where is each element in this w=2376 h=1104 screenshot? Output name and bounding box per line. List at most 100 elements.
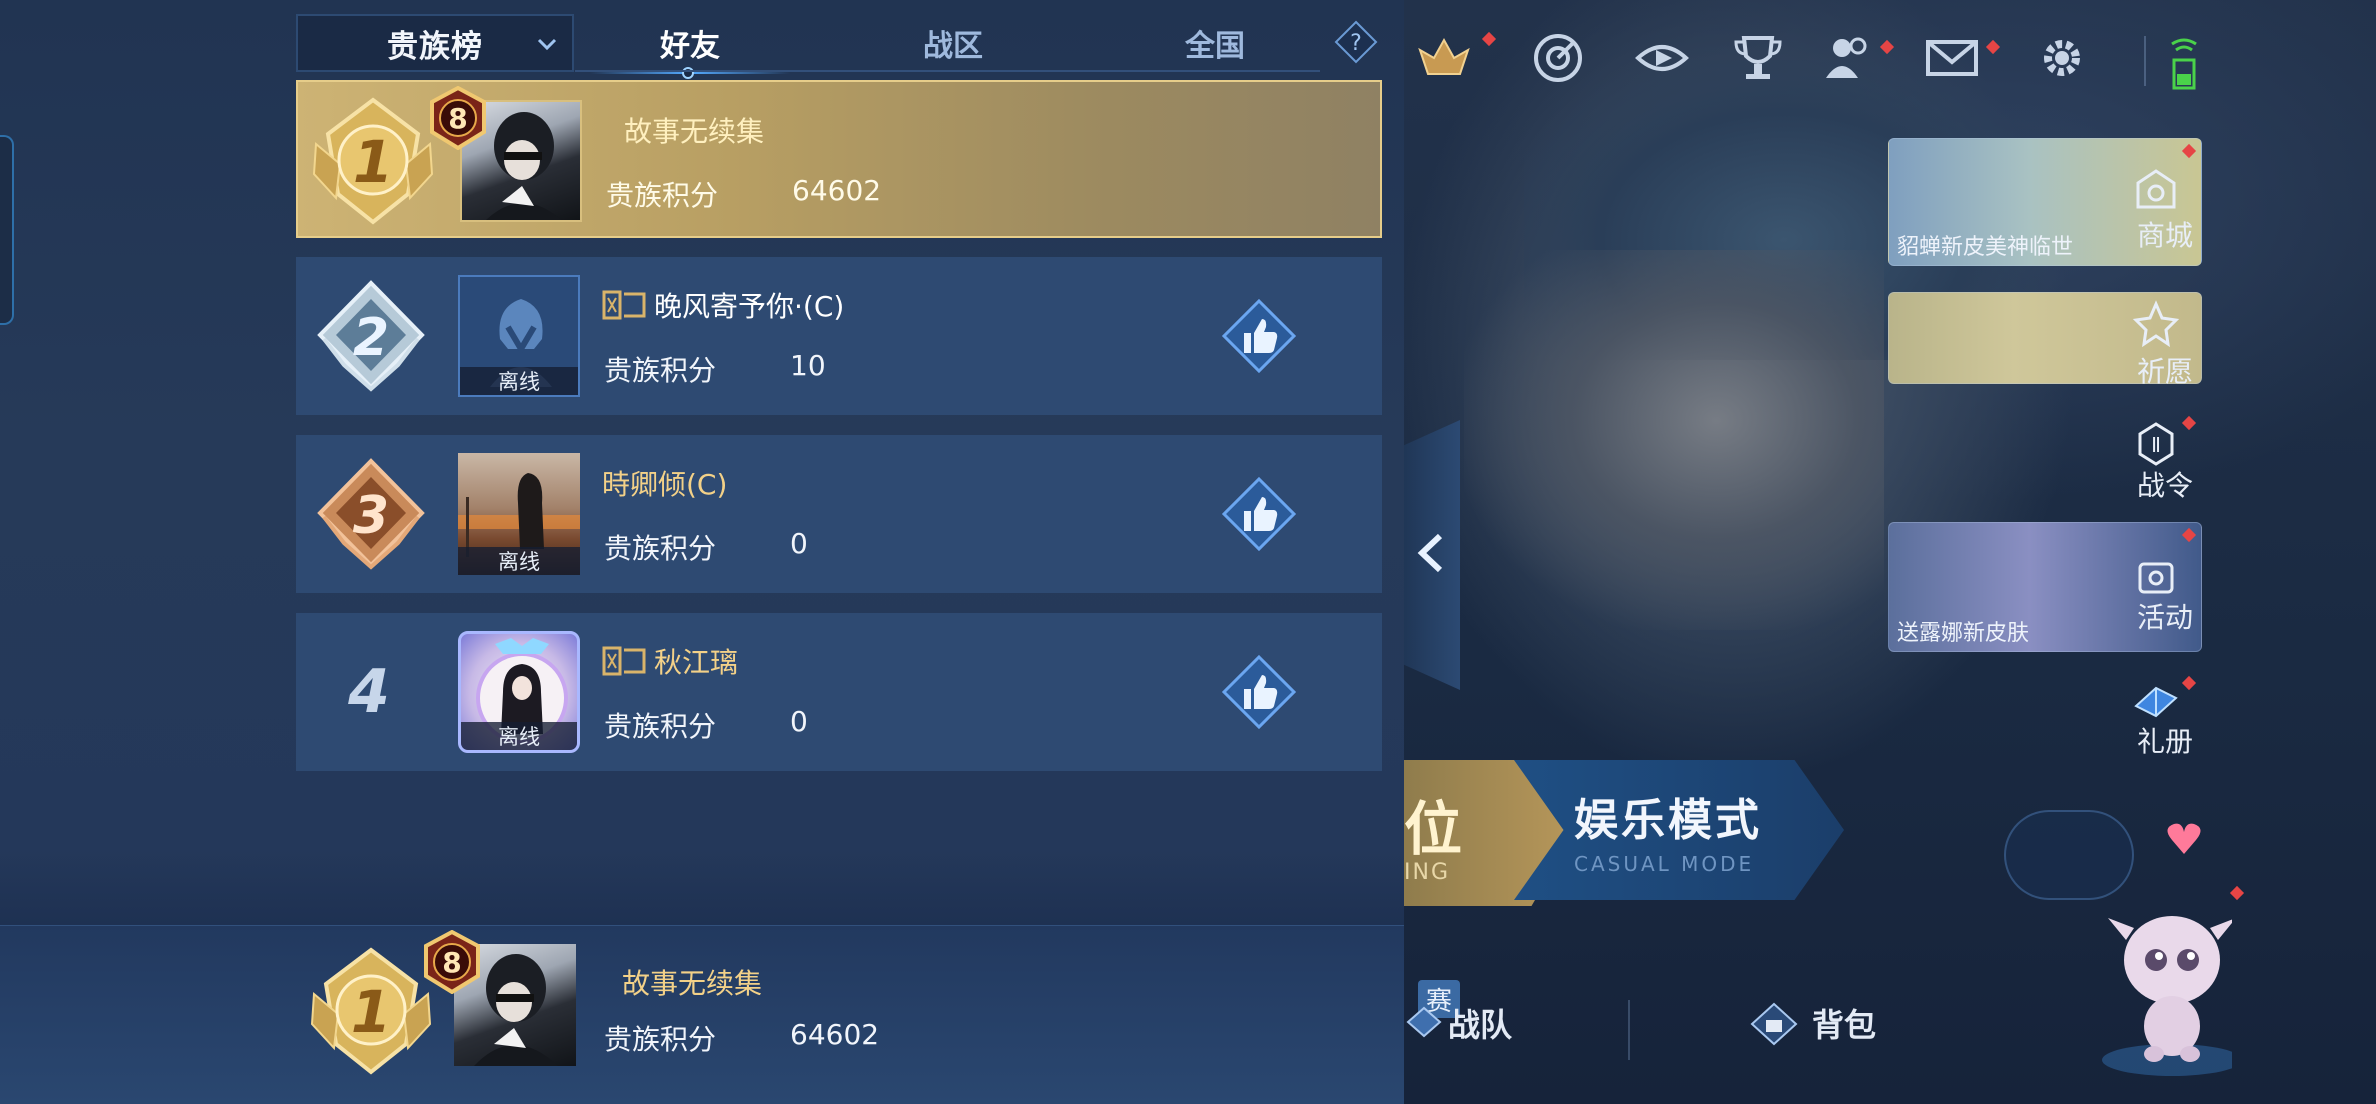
score-label: 贵族积分 bbox=[604, 354, 717, 387]
bronze-rank-badge-icon: 3 bbox=[317, 458, 425, 570]
gold-rank-badge-icon: 1 bbox=[312, 97, 434, 225]
battle-pass-icon[interactable]: Ⅱ bbox=[2132, 420, 2180, 468]
leaderboard-panel: 贵族榜 好友 战区 全国 ? 1 8 故事无续集 贵族积分 64602 2 离线… bbox=[0, 0, 1404, 1104]
battery-signal-icon bbox=[2171, 38, 2197, 90]
notification-dot bbox=[1481, 31, 1497, 47]
active-tab-dot bbox=[682, 67, 694, 79]
pet-companion-icon[interactable] bbox=[2022, 800, 2232, 1100]
side-handle[interactable] bbox=[0, 135, 14, 325]
player-name: 晚风寄予你·(C) bbox=[654, 290, 845, 323]
backpack-icon bbox=[1750, 1002, 1798, 1046]
notification-dot bbox=[1985, 39, 2001, 55]
silver-rank-badge-icon: 2 bbox=[317, 280, 425, 392]
vip-level: 8 bbox=[448, 102, 467, 135]
svg-text:Ⅱ: Ⅱ bbox=[2151, 433, 2161, 457]
rank-emblem-icon[interactable] bbox=[1416, 30, 1472, 86]
casual-mode-button[interactable]: 娱乐模式 CASUAL MODE bbox=[1514, 760, 1844, 900]
dropdown-label: 贵族榜 bbox=[387, 28, 483, 65]
tab-label: 好友 bbox=[660, 29, 720, 64]
radar-icon[interactable] bbox=[1530, 30, 1586, 86]
event-calendar-icon bbox=[2138, 562, 2174, 594]
card-caption: 送露娜新皮肤 bbox=[1897, 621, 2030, 646]
card-caption: 貂蝉新皮美神临世 bbox=[1897, 235, 2074, 260]
ranking-type-dropdown[interactable]: 贵族榜 bbox=[296, 14, 574, 72]
ranked-mode-title: 位 bbox=[1404, 795, 1463, 863]
rank-number: 3 bbox=[353, 486, 389, 546]
list-fade bbox=[0, 850, 1404, 926]
notification-dot bbox=[2229, 885, 2245, 901]
vip-level: 8 bbox=[442, 946, 461, 979]
avatar[interactable]: 离线 bbox=[458, 631, 580, 753]
offline-tag: 离线 bbox=[461, 722, 577, 750]
team-nav-item[interactable]: 战队 bbox=[1448, 1000, 1512, 1046]
lobby-background: 貂蝉新皮美神临世 商城 祈愿 Ⅱ 战令 送露娜新皮肤 活动 礼册 位 ING 娱… bbox=[1404, 0, 2376, 1104]
trophy-icon[interactable] bbox=[1730, 30, 1786, 86]
shop-label[interactable]: 商城 bbox=[2120, 214, 2210, 254]
leaderboard-row-1[interactable]: 1 8 故事无续集 贵族积分 64602 bbox=[296, 80, 1382, 238]
score-label: 贵族积分 bbox=[604, 710, 717, 743]
noble-frame-icon bbox=[602, 290, 646, 320]
gift-book-label[interactable]: 礼册 bbox=[2120, 720, 2210, 760]
chevron-down-icon bbox=[537, 38, 557, 51]
ranked-mode-subtitle: ING bbox=[1404, 860, 1450, 885]
tab-zone[interactable]: 战区 bbox=[838, 14, 1068, 72]
thumbs-up-icon[interactable] bbox=[1220, 297, 1298, 375]
my-rank-bar: 1 8 故事无续集 贵族积分 64602 bbox=[0, 925, 1404, 1104]
notification-dot bbox=[2181, 415, 2197, 431]
gift-book-icon[interactable] bbox=[2132, 676, 2180, 724]
score-value: 64602 bbox=[792, 174, 882, 207]
tab-friends[interactable]: 好友 bbox=[575, 14, 805, 79]
score-label: 贵族积分 bbox=[604, 532, 717, 565]
player-name: 故事无续集 bbox=[624, 115, 765, 148]
rank-number: 4 bbox=[348, 657, 390, 727]
wish-star-icon bbox=[2132, 300, 2180, 348]
wish-label[interactable]: 祈愿 bbox=[2120, 350, 2210, 390]
tab-label: 全国 bbox=[1185, 29, 1245, 64]
score-value: 0 bbox=[790, 705, 808, 738]
rank-number: 2 bbox=[353, 308, 389, 368]
player-name: 秋江璃 bbox=[654, 646, 739, 679]
rank-number: 1 bbox=[353, 128, 393, 196]
leaderboard-row-3[interactable]: 3 离线 時卿倾(C) 贵族积分 0 bbox=[296, 435, 1382, 593]
chevron-left-icon[interactable] bbox=[1412, 530, 1452, 576]
leaderboard-row-4[interactable]: 4 离线 秋江璃 贵族积分 0 bbox=[296, 613, 1382, 771]
casual-mode-subtitle: CASUAL MODE bbox=[1574, 852, 1755, 876]
vip-level-badge-icon: 8 bbox=[424, 930, 480, 994]
thumbs-up-icon[interactable] bbox=[1220, 653, 1298, 731]
gear-icon[interactable] bbox=[2034, 30, 2090, 86]
toolbar-divider bbox=[2144, 36, 2146, 86]
avatar[interactable]: 离线 bbox=[458, 275, 580, 397]
rank-number: 1 bbox=[351, 978, 391, 1046]
gold-rank-badge-icon: 1 bbox=[310, 947, 432, 1075]
battle-pass-label[interactable]: 战令 bbox=[2120, 464, 2210, 504]
noble-frame-icon bbox=[602, 646, 646, 676]
tab-label: 战区 bbox=[923, 29, 983, 64]
nav-divider bbox=[1628, 1000, 1630, 1060]
spectate-eye-icon[interactable] bbox=[1634, 30, 1690, 86]
question-icon[interactable]: ? bbox=[1334, 20, 1378, 64]
tabs-divider bbox=[575, 70, 1320, 72]
mail-icon[interactable] bbox=[1924, 30, 1980, 86]
offline-tag: 离线 bbox=[460, 367, 578, 395]
avatar[interactable]: 离线 bbox=[458, 453, 580, 575]
thumbs-up-icon[interactable] bbox=[1220, 475, 1298, 553]
tab-nation[interactable]: 全国 bbox=[1100, 14, 1330, 72]
casual-mode-title: 娱乐模式 bbox=[1574, 795, 1762, 846]
score-value: 0 bbox=[790, 527, 808, 560]
leaderboard-row-2[interactable]: 2 离线 晚风寄予你·(C) 贵族积分 10 bbox=[296, 257, 1382, 415]
vip-level-badge-icon: 8 bbox=[430, 86, 486, 150]
player-name: 時卿倾(C) bbox=[602, 468, 728, 501]
score-value: 64602 bbox=[790, 1018, 880, 1051]
notification-dot bbox=[2181, 675, 2197, 691]
player-name-group: 秋江璃 bbox=[602, 641, 738, 681]
shop-icon bbox=[2136, 169, 2176, 209]
svg-text:?: ? bbox=[1350, 31, 1362, 56]
player-name-group: 晚风寄予你·(C) bbox=[602, 285, 844, 325]
event-label[interactable]: 活动 bbox=[2120, 596, 2210, 636]
player-name: 故事无续集 bbox=[622, 967, 763, 1000]
team-icon bbox=[1406, 1006, 1442, 1038]
notification-dot bbox=[1879, 39, 1895, 55]
friends-icon[interactable] bbox=[1820, 30, 1876, 86]
bag-nav-item[interactable]: 背包 bbox=[1812, 1000, 1876, 1046]
hero-artwork-face bbox=[1464, 250, 1884, 630]
